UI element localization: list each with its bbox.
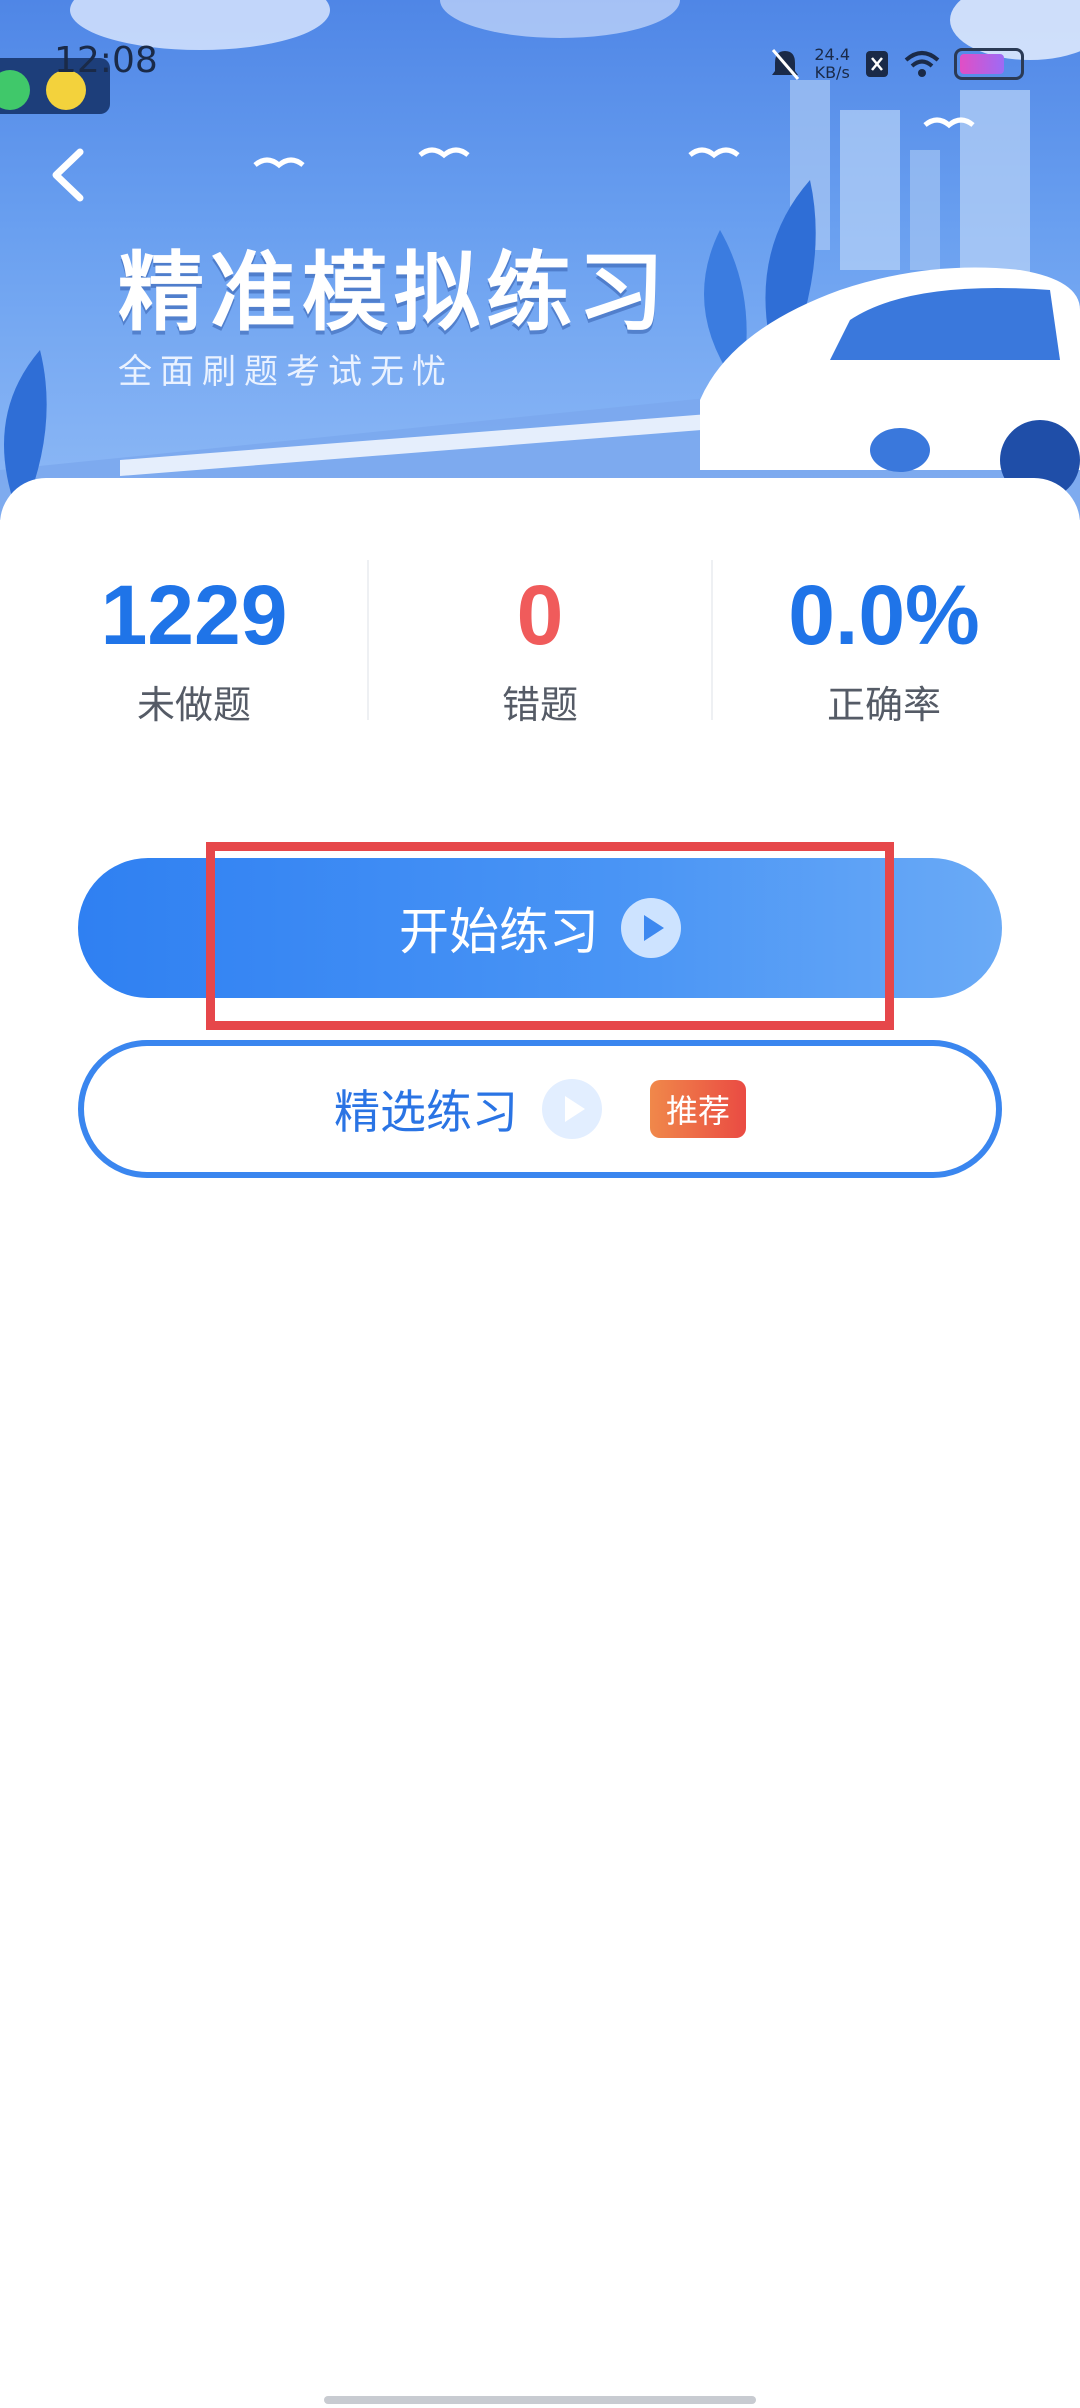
stats-row: 1229 未做题 0 错题 0.0% 正确率 <box>0 570 1080 730</box>
stat-accuracy-value: 0.0% <box>788 568 980 662</box>
stat-wrong-label: 错题 <box>501 683 578 727</box>
sim-icon <box>866 51 888 77</box>
play-icon <box>541 1079 602 1139</box>
stat-accuracy-label: 正确率 <box>826 683 941 727</box>
content-card <box>0 478 1080 2408</box>
stat-unanswered[interactable]: 1229 未做题 <box>24 570 364 729</box>
status-time: 12:08 <box>54 40 158 81</box>
highlight-box <box>206 842 894 1030</box>
status-icons: 24.4 KB/s <box>770 44 1024 84</box>
banner-title: 精准模拟练习 <box>118 243 670 343</box>
net-speed: 24.4 KB/s <box>814 46 850 82</box>
stats-divider <box>367 560 369 720</box>
green-dot-icon <box>0 70 30 110</box>
wifi-icon <box>904 51 940 77</box>
selected-practice-label: 精选练习 <box>333 1085 518 1139</box>
banner-subtitle: 全面刷题考试无忧 <box>118 352 454 392</box>
stat-wrong-value: 0 <box>516 568 564 662</box>
back-arrow-icon[interactable] <box>40 140 100 210</box>
stat-accuracy[interactable]: 0.0% 正确率 <box>714 570 1054 729</box>
home-indicator[interactable] <box>324 2396 756 2404</box>
stat-unanswered-label: 未做题 <box>136 683 251 727</box>
net-speed-value: 24.4 <box>814 45 850 64</box>
stat-unanswered-value: 1229 <box>100 568 288 662</box>
stats-divider <box>711 560 713 720</box>
header-banner: 12:08 24.4 KB/s 精准模拟练习 全面刷题考试无忧 <box>0 0 1080 520</box>
bell-muted-icon <box>772 49 800 80</box>
selected-practice-button[interactable]: 精选练习 推荐 <box>78 1040 1002 1178</box>
recommend-badge: 推荐 <box>649 1080 746 1138</box>
net-speed-unit: KB/s <box>814 63 850 82</box>
stat-wrong[interactable]: 0 错题 <box>370 570 710 729</box>
battery-icon <box>954 48 1024 80</box>
status-bar: 12:08 24.4 KB/s <box>0 0 1080 120</box>
